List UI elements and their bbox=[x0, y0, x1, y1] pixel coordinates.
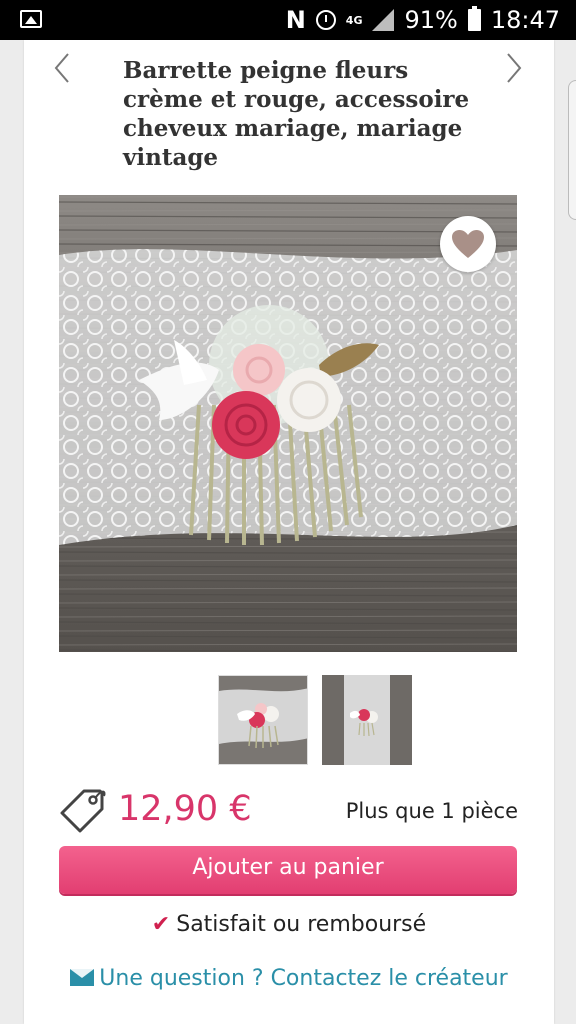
next-product-button[interactable] bbox=[496, 48, 528, 88]
thumbnail-photo bbox=[322, 675, 412, 765]
contact-creator-link[interactable]: Une question ? Contactez le créateur bbox=[24, 966, 554, 991]
signal-icon bbox=[372, 9, 395, 31]
status-bar: N 4G 91% 18:47 bbox=[0, 0, 576, 40]
guarantee-text: Satisfait ou remboursé bbox=[176, 912, 427, 937]
heart-icon bbox=[452, 230, 484, 258]
thumbnail-1[interactable] bbox=[218, 675, 308, 765]
battery-icon bbox=[467, 6, 481, 31]
thumbnail-2[interactable] bbox=[322, 675, 412, 765]
guarantee-line: ✔ Satisfait ou remboursé bbox=[24, 912, 554, 937]
price-row: 12,90 € Plus que 1 pièce bbox=[58, 785, 518, 835]
favorite-button[interactable] bbox=[440, 216, 496, 272]
side-handle[interactable] bbox=[568, 80, 576, 220]
contact-text: Une question ? Contactez le créateur bbox=[99, 966, 508, 991]
network-4g-icon: 4G bbox=[345, 13, 363, 27]
notification-n-icon: N bbox=[285, 6, 306, 34]
stock-status: Plus que 1 pièce bbox=[345, 799, 518, 823]
previous-product-button[interactable] bbox=[48, 48, 80, 88]
add-to-cart-button[interactable]: Ajouter au panier bbox=[59, 846, 517, 894]
alarm-icon bbox=[315, 10, 336, 30]
checkmark-icon: ✔ bbox=[151, 912, 171, 937]
price-tag-icon bbox=[60, 789, 106, 833]
clock: 18:47 bbox=[490, 6, 560, 34]
product-price: 12,90 € bbox=[118, 789, 252, 829]
mail-icon bbox=[70, 969, 95, 986]
product-title: Barrette peigne fleurs crème et rouge, a… bbox=[123, 57, 470, 171]
chevron-right-icon bbox=[507, 53, 522, 83]
status-icons: N 4G 91% 18:47 bbox=[286, 0, 560, 40]
thumbnail-photo bbox=[219, 676, 307, 764]
gallery-icon bbox=[20, 10, 42, 28]
product-panel: Barrette peigne fleurs crème et rouge, a… bbox=[24, 40, 554, 1024]
chevron-left-icon bbox=[54, 53, 69, 83]
battery-percent: 91% bbox=[404, 6, 458, 34]
